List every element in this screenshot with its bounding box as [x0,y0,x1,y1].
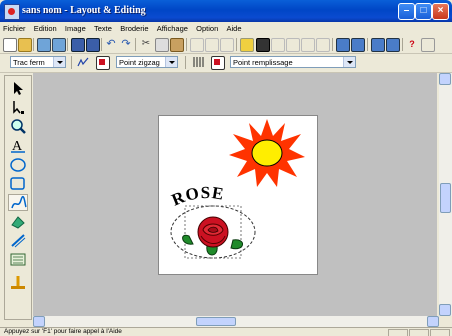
fill-bucket-icon[interactable] [8,213,28,230]
text-icon[interactable]: A [8,137,28,154]
chevron-down-icon [343,57,355,67]
line-type-select[interactable]: Trac ferm [10,56,66,68]
line-stitch-select[interactable]: Point zigzag [116,56,178,68]
help-icon[interactable]: ? [406,38,418,50]
line-color-button[interactable] [96,56,110,70]
menu-broderie[interactable]: Broderie [117,22,151,33]
embroidery-icon[interactable] [256,38,270,52]
main-toolbar: ↶ ↷ ✂ ? [0,36,452,54]
text-tool-icon[interactable] [286,38,300,52]
copy-icon[interactable] [155,38,169,52]
toolbar-separator [236,38,237,51]
line-sew-icon[interactable] [77,56,89,68]
tool-palette: A [4,75,32,320]
horizontal-scrollbar[interactable] [33,316,439,327]
toolbar-separator [186,38,187,51]
toolbar-separator [71,56,72,69]
region-sew-icon[interactable] [192,56,204,68]
point-edit-icon[interactable] [8,99,28,116]
sun-shape[interactable] [229,119,305,189]
chevron-down-icon [53,57,65,67]
stitch-tool-icon[interactable] [8,251,28,268]
redo-icon[interactable]: ↷ [120,38,132,50]
fill-stitch-select[interactable]: Point remplissage [230,56,356,68]
design-page[interactable]: ROSE [158,115,318,275]
fill-pattern-icon [193,57,204,67]
freehand-icon[interactable] [8,194,28,211]
menu-fichier[interactable]: Fichier [0,22,29,33]
stitch-toolbar: Trac ferm Point zigzag Point remplissage [0,54,452,73]
save-icon[interactable] [71,38,85,52]
wizard-icon[interactable] [240,38,254,52]
scroll-right-icon[interactable] [427,316,439,327]
menu-option[interactable]: Option [193,22,221,33]
menu-bar: Fichier Edition Image Texte Broderie Aff… [0,22,452,36]
preview-icon[interactable] [351,38,365,52]
cut-icon[interactable]: ✂ [140,38,152,50]
rose-image[interactable] [167,202,259,262]
line-type-value: Trac ferm [13,58,45,67]
toolbar-separator [101,38,102,51]
title-bar[interactable]: sans nom - Layout & Editing – □ × [0,0,452,22]
app-icon[interactable] [4,4,20,20]
maximize-button[interactable]: □ [415,3,432,20]
toolbar-separator [33,38,34,51]
image-icon[interactable] [316,38,330,52]
view-icon[interactable] [336,38,350,52]
vertical-scroll-thumb[interactable] [440,183,451,213]
rotate-icon[interactable] [220,38,234,52]
horizontal-scroll-thumb[interactable] [196,317,236,326]
scroll-down-icon[interactable] [439,304,451,316]
card-icon[interactable] [386,38,400,52]
sewing-icon[interactable] [8,274,28,291]
export-icon[interactable] [52,38,66,52]
scroll-up-icon[interactable] [439,73,451,85]
toolbar-separator [402,38,403,51]
mirror-icon[interactable] [205,38,219,52]
stitch-direction-icon[interactable] [8,232,28,249]
window-title: sans nom - Layout & Editing [22,5,146,16]
menu-texte[interactable]: Texte [91,22,115,33]
toolbar-separator [185,56,186,69]
vertical-scrollbar[interactable] [439,73,452,316]
scroll-left-icon[interactable] [33,316,45,327]
menu-edition[interactable]: Edition [31,22,60,33]
open-icon[interactable] [18,38,32,52]
menu-aide[interactable]: Aide [224,22,245,33]
import-icon[interactable] [37,38,51,52]
save-as-icon[interactable] [86,38,100,52]
select-arrow-icon[interactable] [8,80,28,97]
context-help-icon[interactable] [421,38,435,52]
menu-image[interactable]: Image [62,22,89,33]
line-color-swatch [99,59,105,65]
fill-color-swatch [214,59,220,65]
menu-affichage[interactable]: Affichage [154,22,191,33]
font-icon[interactable] [301,38,315,52]
toolbar-separator [367,38,368,51]
minimize-button[interactable]: – [398,3,415,20]
fill-stitch-value: Point remplissage [233,58,293,67]
new-icon[interactable] [3,38,17,52]
undo-icon[interactable]: ↶ [105,38,117,50]
toolbar-separator [332,38,333,51]
paste-icon[interactable] [170,38,184,52]
line-stitch-value: Point zigzag [119,58,160,67]
fill-color-button[interactable] [211,56,225,70]
align-icon[interactable] [190,38,204,52]
toolbar-separator [135,38,136,51]
toolbar-separator [67,38,68,51]
transfer-icon[interactable] [371,38,385,52]
ellipse-icon[interactable] [8,156,28,173]
grid-icon[interactable] [271,38,285,52]
chevron-down-icon [165,57,177,67]
zoom-icon[interactable] [8,118,28,135]
rectangle-icon[interactable] [8,175,28,192]
close-button[interactable]: × [432,3,449,20]
zigzag-line-icon [77,57,89,67]
